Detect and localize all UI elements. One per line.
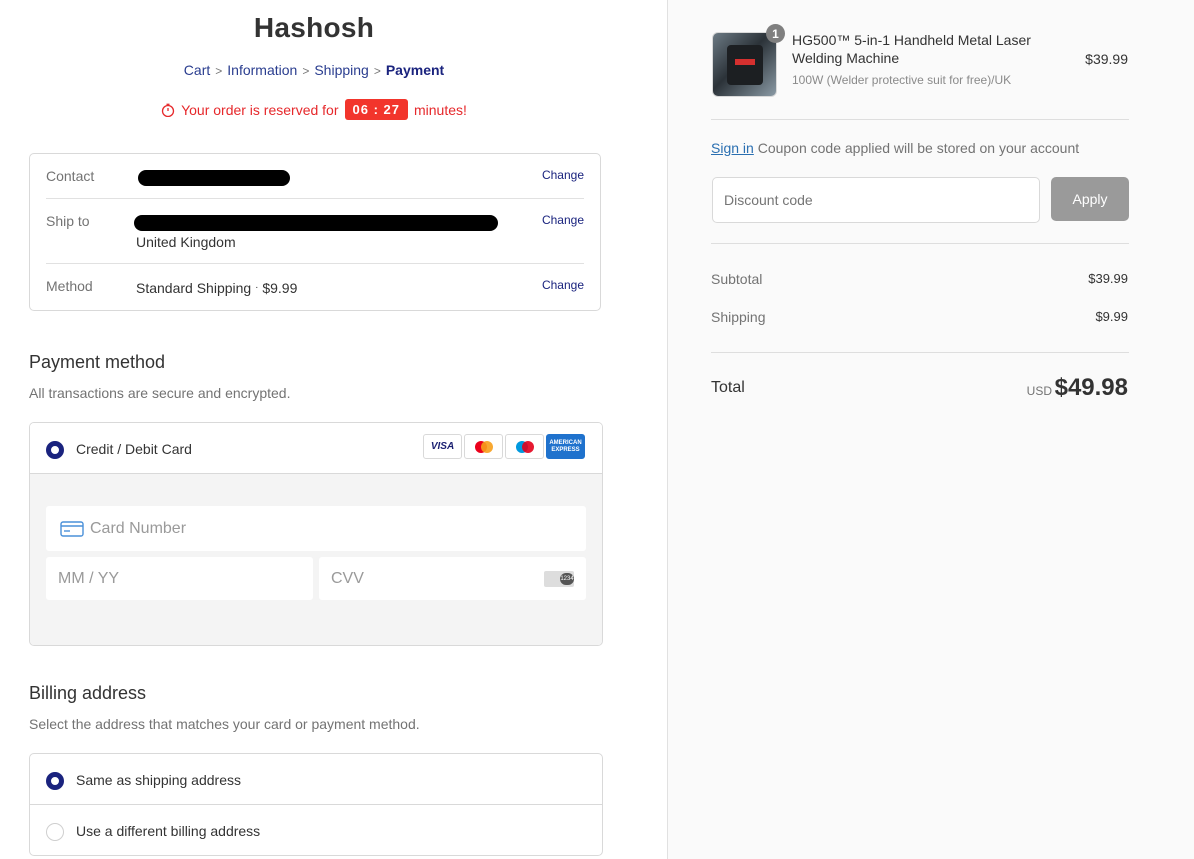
- card-logos: VISA AMERICAN EXPRESS: [423, 434, 585, 459]
- expiry-placeholder: MM / YY: [58, 570, 120, 587]
- breadcrumb-cart[interactable]: Cart: [184, 62, 210, 78]
- method-name: Standard Shipping: [136, 280, 252, 296]
- shipping-label: Shipping: [711, 309, 766, 325]
- breadcrumb: Cart > Information > Shipping > Payment: [0, 62, 628, 78]
- sign-in-note: Sign in Coupon code applied will be stor…: [711, 140, 1079, 156]
- review-box: Contact Change Ship to United Kingdom Ch…: [29, 153, 601, 311]
- credit-card-radio[interactable]: [46, 441, 64, 459]
- change-contact-link[interactable]: Change: [542, 168, 584, 182]
- different-address-label: Use a different billing address: [76, 823, 261, 839]
- cvv-placeholder: CVV: [331, 570, 364, 587]
- method-label: Method: [46, 278, 93, 294]
- welding-machine-image: [727, 45, 763, 85]
- divider: [46, 263, 584, 264]
- method-price: $9.99: [262, 280, 298, 296]
- maestro-icon: [505, 434, 544, 459]
- apply-discount-button[interactable]: Apply: [1051, 177, 1129, 221]
- billing-address-subtitle: Select the address that matches your car…: [29, 716, 420, 732]
- product-name: HG500™ 5-in-1 Handheld Metal Laser Weldi…: [792, 32, 1031, 66]
- total-value: $49.98: [1054, 374, 1128, 401]
- card-number-field[interactable]: Card Number: [46, 506, 586, 551]
- address-redacted: [134, 215, 498, 234]
- billing-address-title: Billing address: [29, 683, 147, 703]
- product-price: $39.99: [1085, 51, 1128, 67]
- product-thumbnail: 1: [712, 24, 785, 97]
- different-address-radio[interactable]: [46, 823, 64, 841]
- credit-card-option[interactable]: Credit / Debit Card VISA AMERICAN EXPRES…: [30, 423, 602, 474]
- divider: [46, 198, 584, 199]
- order-summary: [667, 0, 1194, 859]
- chevron-right-icon: >: [215, 64, 223, 78]
- payment-method-subtitle: All transactions are secure and encrypte…: [29, 385, 291, 401]
- product-variant: 100W (Welder protective suit for free)/U…: [792, 73, 1012, 87]
- divider: [711, 352, 1129, 353]
- method-dot: ·: [255, 282, 259, 293]
- credit-card-icon: [60, 521, 84, 537]
- billing-box: Same as shipping address Use a different…: [29, 753, 603, 856]
- quantity-badge: 1: [766, 24, 785, 43]
- timer-count: 06 : 27: [344, 99, 408, 120]
- chevron-right-icon: >: [302, 64, 310, 78]
- cvv-card-icon: 1234: [544, 571, 574, 587]
- subtotal-label: Subtotal: [711, 271, 763, 287]
- discount-code-input[interactable]: [712, 177, 1040, 223]
- card-number-placeholder: Card Number: [90, 520, 187, 537]
- cvv-field[interactable]: CVV 1234: [319, 557, 586, 600]
- total-label: Total: [711, 379, 745, 396]
- card-form: Card Number MM / YY CVV 1234: [30, 474, 602, 645]
- shipping-value: $9.99: [1095, 309, 1128, 324]
- sign-in-text: Coupon code applied will be stored on yo…: [757, 140, 1080, 156]
- cvv-hint: 1234: [560, 573, 574, 585]
- change-method-link[interactable]: Change: [542, 278, 584, 292]
- stopwatch-icon: [161, 103, 175, 117]
- mastercard-icon: [464, 434, 503, 459]
- amex-icon: AMERICAN EXPRESS: [546, 434, 585, 459]
- ship-to-label: Ship to: [46, 213, 90, 229]
- billing-option-different[interactable]: Use a different billing address: [30, 805, 602, 856]
- chevron-right-icon: >: [373, 64, 381, 78]
- payment-box: Credit / Debit Card VISA AMERICAN EXPRES…: [29, 422, 603, 646]
- timer-prefix: Your order is reserved for: [181, 101, 339, 118]
- method-value: Standard Shipping · $9.99: [136, 280, 297, 296]
- expiry-field[interactable]: MM / YY: [46, 557, 313, 600]
- store-title[interactable]: Hashosh: [0, 12, 628, 44]
- payment-method-title: Payment method: [29, 352, 166, 372]
- same-address-radio[interactable]: [46, 772, 64, 790]
- billing-option-same[interactable]: Same as shipping address: [30, 754, 602, 805]
- credit-card-label: Credit / Debit Card: [76, 441, 192, 457]
- breadcrumb-payment: Payment: [385, 62, 445, 78]
- divider: [711, 243, 1129, 244]
- reservation-timer: Your order is reserved for 06 : 27 minut…: [0, 99, 628, 120]
- sign-in-link[interactable]: Sign in: [711, 140, 754, 156]
- contact-redacted: [138, 170, 290, 189]
- contact-label: Contact: [46, 168, 95, 184]
- divider: [711, 119, 1129, 120]
- subtotal-value: $39.99: [1088, 271, 1128, 286]
- timer-suffix: minutes!: [414, 101, 467, 118]
- visa-icon: VISA: [423, 434, 462, 459]
- ship-to-country: United Kingdom: [136, 234, 236, 250]
- total-currency: USD: [1026, 384, 1052, 398]
- change-ship-to-link[interactable]: Change: [542, 213, 584, 227]
- same-address-label: Same as shipping address: [76, 772, 241, 788]
- breadcrumb-information[interactable]: Information: [227, 62, 297, 78]
- breadcrumb-shipping[interactable]: Shipping: [314, 62, 369, 78]
